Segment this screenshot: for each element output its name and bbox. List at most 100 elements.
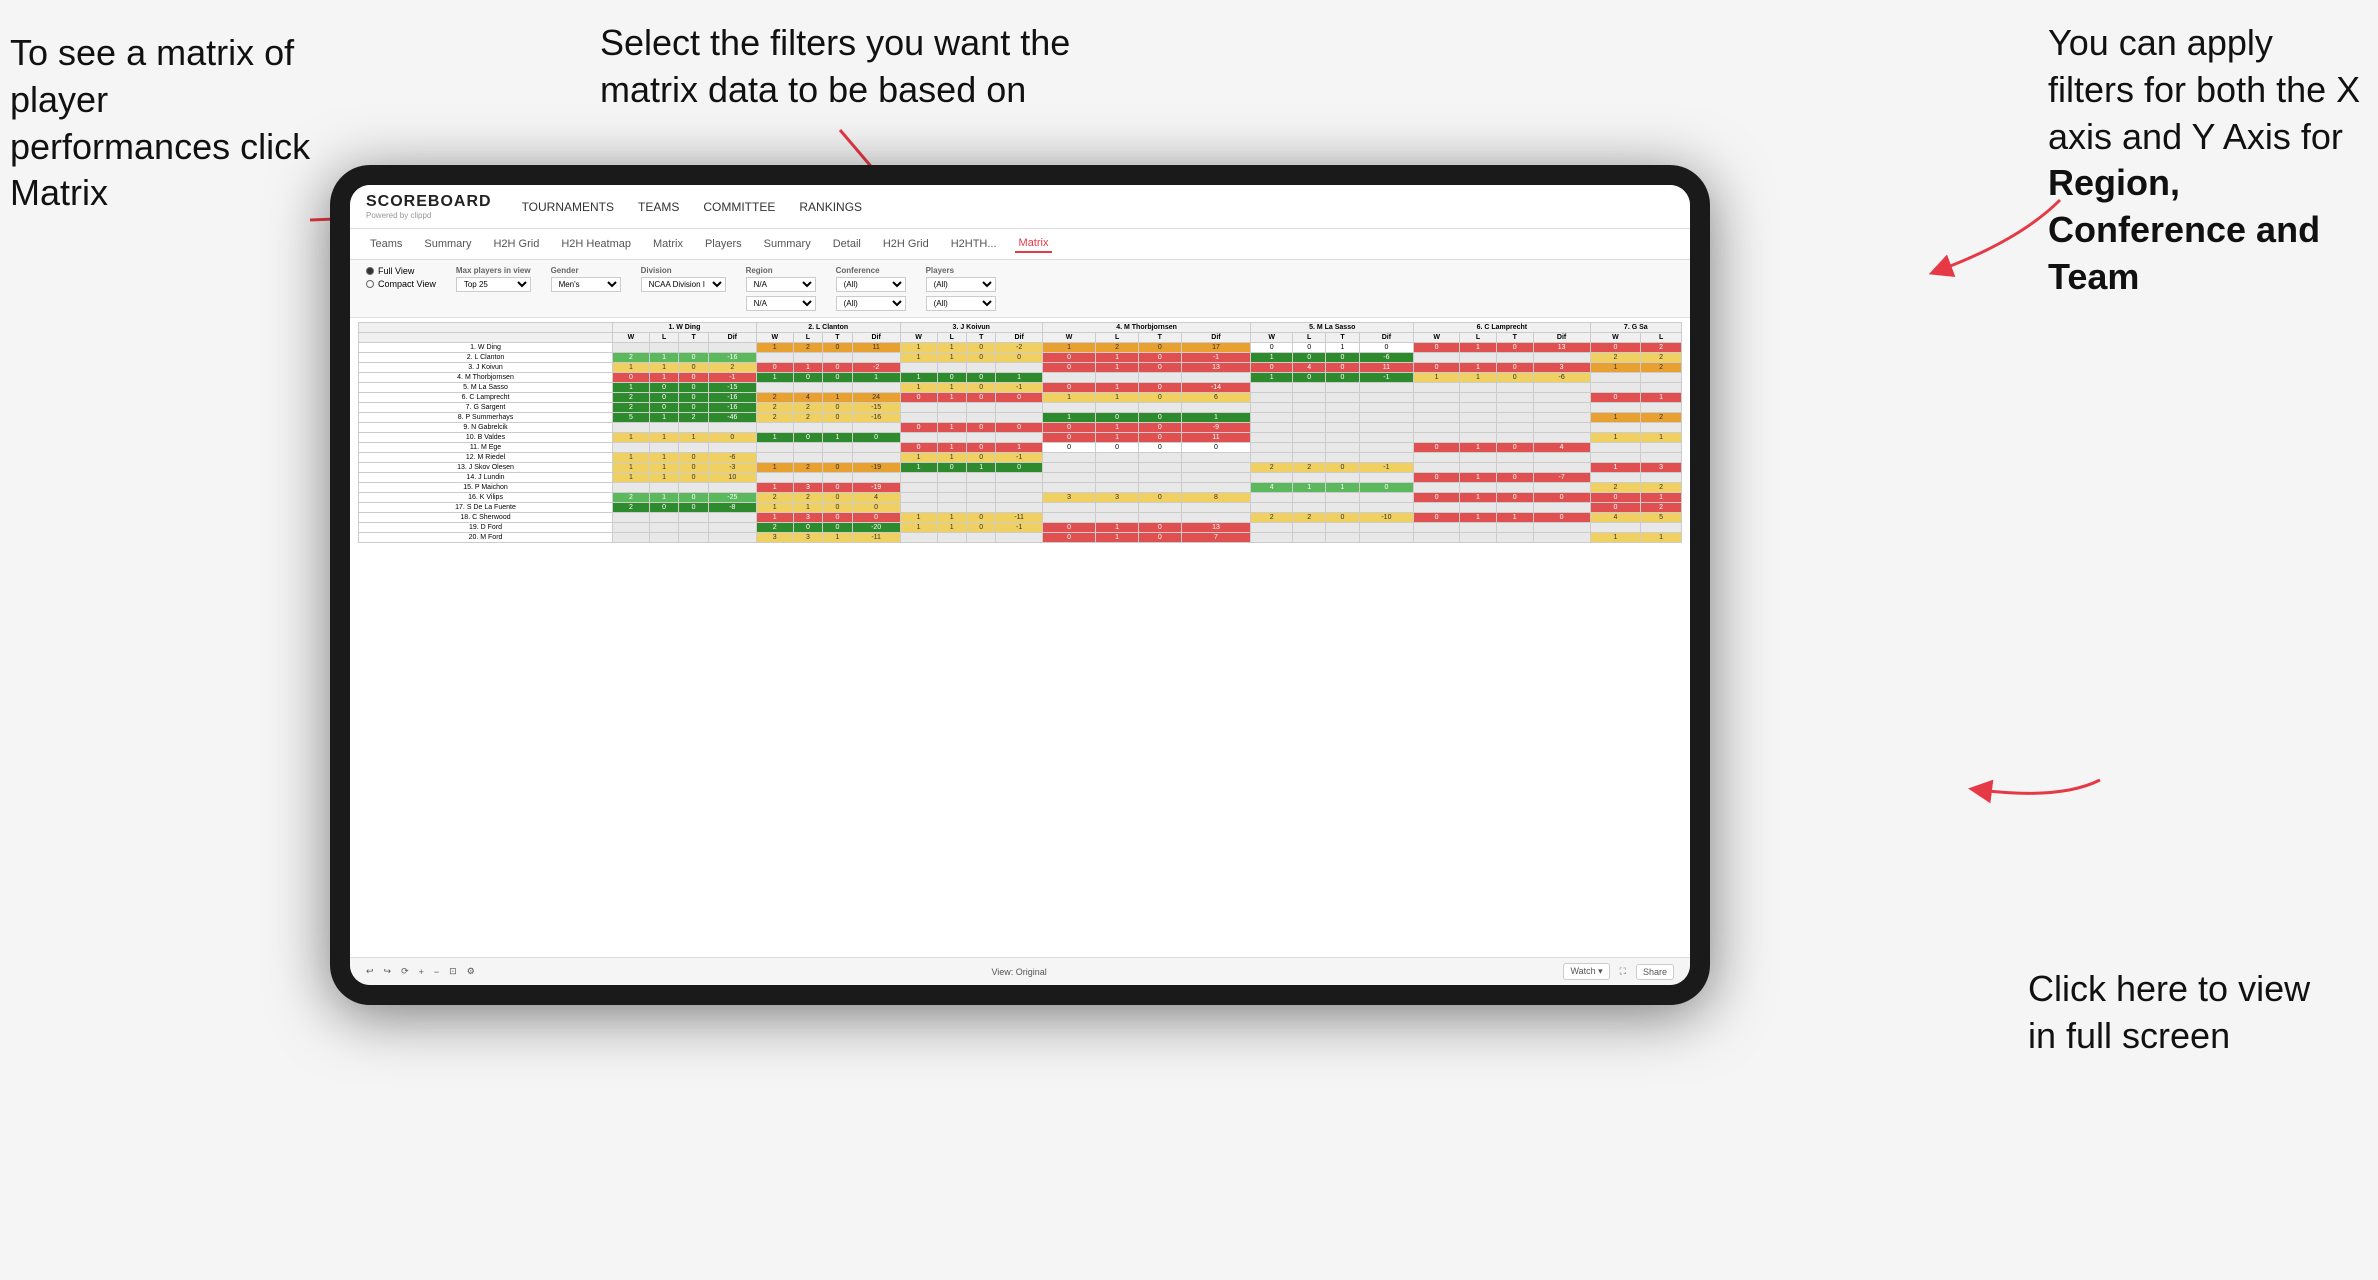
full-view-radio[interactable]: Full View — [366, 266, 436, 276]
cell-r2-c1-k2: 0 — [823, 363, 852, 373]
cell-r2-c4-k2: 0 — [1326, 363, 1359, 373]
cell-r19-c2-k3 — [996, 533, 1042, 543]
cell-r12-c2-k1: 0 — [937, 463, 966, 473]
cell-r5-c6-k1: 1 — [1641, 393, 1682, 403]
fit-btn[interactable]: ⊡ — [449, 966, 457, 977]
nav-rankings[interactable]: RANKINGS — [799, 200, 862, 214]
zoom-out-btn[interactable]: − — [434, 967, 439, 977]
sh-d6: Dif — [1533, 333, 1590, 343]
sub-nav: Teams Summary H2H Grid H2H Heatmap Matri… — [350, 229, 1690, 260]
cell-r9-c2-k1 — [937, 433, 966, 443]
cell-r18-c2-k0: 1 — [900, 523, 937, 533]
tab-summary[interactable]: Summary — [420, 236, 475, 252]
tab-detail[interactable]: Detail — [829, 236, 865, 252]
cell-r5-c4-k2 — [1326, 393, 1359, 403]
cell-r9-c6-k0: 1 — [1590, 433, 1641, 443]
tab-h2h-grid-2[interactable]: H2H Grid — [879, 236, 933, 252]
tab-teams[interactable]: Teams — [366, 236, 406, 252]
cell-r12-c1-k2: 0 — [823, 463, 852, 473]
cell-r15-c4-k3 — [1359, 493, 1413, 503]
cell-r7-c4-k3 — [1359, 413, 1413, 423]
cell-r13-c2-k1 — [937, 473, 966, 483]
max-players-label: Max players in view — [456, 266, 531, 275]
cell-r6-c4-k1 — [1293, 403, 1326, 413]
nav-teams[interactable]: TEAMS — [638, 200, 679, 214]
cell-r0-c0-k0 — [613, 343, 650, 353]
refresh-btn[interactable]: ⟳ — [401, 966, 409, 977]
cell-r5-c0-k0: 2 — [613, 393, 650, 403]
cell-r4-c5-k3 — [1533, 383, 1590, 393]
row-name-18: 19. D Ford — [359, 523, 613, 533]
cell-r19-c3-k2: 0 — [1138, 533, 1181, 543]
cell-r14-c2-k2 — [966, 483, 995, 493]
cell-r14-c4-k0: 4 — [1251, 483, 1293, 493]
cell-r9-c2-k2 — [966, 433, 995, 443]
cell-r7-c1-k2: 0 — [823, 413, 852, 423]
cell-r8-c1-k1 — [793, 423, 822, 433]
redo-btn[interactable]: ↪ — [384, 966, 392, 977]
cell-r15-c0-k1: 1 — [649, 493, 678, 503]
cell-r5-c5-k2 — [1496, 393, 1533, 403]
tab-summary-2[interactable]: Summary — [760, 236, 815, 252]
cell-r0-c1-k1: 2 — [793, 343, 822, 353]
cell-r2-c5-k0: 0 — [1414, 363, 1460, 373]
cell-r19-c2-k1 — [937, 533, 966, 543]
tab-h2h-th[interactable]: H2HTH... — [947, 236, 1001, 252]
cell-r16-c5-k3 — [1533, 503, 1590, 513]
cell-r17-c4-k0: 2 — [1251, 513, 1293, 523]
max-players-select[interactable]: Top 25 — [456, 277, 531, 292]
cell-r13-c4-k2 — [1326, 473, 1359, 483]
cell-r19-c4-k2 — [1326, 533, 1359, 543]
cell-r16-c5-k0 — [1414, 503, 1460, 513]
cell-r2-c1-k1: 1 — [793, 363, 822, 373]
cell-r10-c2-k1: 1 — [937, 443, 966, 453]
cell-r19-c6-k0: 1 — [1590, 533, 1641, 543]
cell-r0-c0-k1 — [649, 343, 678, 353]
division-select[interactable]: NCAA Division I — [641, 277, 726, 292]
tab-h2h-heatmap[interactable]: H2H Heatmap — [557, 236, 635, 252]
fullscreen-btn[interactable]: ⛶ — [1620, 966, 1626, 977]
conference-select[interactable]: (All) — [836, 277, 906, 292]
tab-matrix-1[interactable]: Matrix — [649, 236, 687, 252]
players-select-2[interactable]: (All) — [926, 296, 996, 311]
share-btn[interactable]: Share — [1636, 964, 1674, 980]
cell-r14-c0-k1 — [649, 483, 678, 493]
cell-r10-c3-k3: 0 — [1181, 443, 1251, 453]
cell-r7-c1-k3: -16 — [852, 413, 900, 423]
gender-select[interactable]: Men's — [551, 277, 621, 292]
undo-btn[interactable]: ↩ — [366, 966, 374, 977]
row-name-17: 18. C Sherwood — [359, 513, 613, 523]
sh-t4: T — [1138, 333, 1181, 343]
sh-l5: L — [1293, 333, 1326, 343]
cell-r6-c5-k1 — [1460, 403, 1497, 413]
cell-r17-c3-k2 — [1138, 513, 1181, 523]
compact-view-radio[interactable]: Compact View — [366, 279, 436, 289]
cell-r3-c4-k3: -1 — [1359, 373, 1413, 383]
cell-r9-c0-k3: 0 — [708, 433, 756, 443]
watch-btn[interactable]: Watch ▾ — [1563, 963, 1609, 980]
zoom-in-btn[interactable]: + — [419, 967, 424, 977]
cell-r1-c5-k3 — [1533, 353, 1590, 363]
sh-w3: W — [900, 333, 937, 343]
cell-r10-c4-k2 — [1326, 443, 1359, 453]
cell-r15-c4-k1 — [1293, 493, 1326, 503]
nav-tournaments[interactable]: TOURNAMENTS — [522, 200, 614, 214]
settings-btn[interactable]: ⚙ — [467, 966, 475, 977]
cell-r13-c4-k1 — [1293, 473, 1326, 483]
region-select[interactable]: N/A — [746, 277, 816, 292]
cell-r9-c5-k0 — [1414, 433, 1460, 443]
nav-committee[interactable]: COMMITTEE — [703, 200, 775, 214]
players-select[interactable]: (All) — [926, 277, 996, 292]
filter-division: Division NCAA Division I — [641, 266, 726, 292]
tab-h2h-grid[interactable]: H2H Grid — [489, 236, 543, 252]
tab-matrix-active[interactable]: Matrix — [1015, 235, 1053, 253]
cell-r3-c2-k0: 1 — [900, 373, 937, 383]
tab-players[interactable]: Players — [701, 236, 746, 252]
conference-select-2[interactable]: (All) — [836, 296, 906, 311]
cell-r7-c4-k0 — [1251, 413, 1293, 423]
cell-r9-c3-k3: 11 — [1181, 433, 1251, 443]
cell-r2-c2-k3 — [996, 363, 1042, 373]
cell-r0-c2-k0: 1 — [900, 343, 937, 353]
region-select-2[interactable]: N/A — [746, 296, 816, 311]
cell-r4-c5-k1 — [1460, 383, 1497, 393]
